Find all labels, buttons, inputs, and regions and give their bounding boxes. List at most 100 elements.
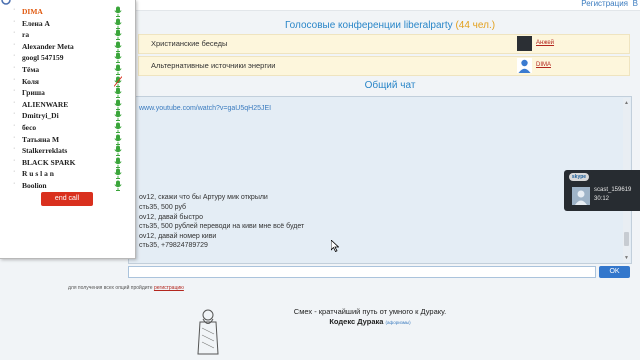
top-edge-link[interactable]: В: [633, 0, 638, 8]
microphone-icon[interactable]: [114, 87, 122, 99]
scroll-thumb[interactable]: [624, 232, 629, 246]
participant-name[interactable]: Stalkerreklats: [22, 146, 67, 155]
microphone-icon[interactable]: [114, 145, 122, 157]
microphone-icon[interactable]: [114, 180, 122, 191]
bullet-icon: ·: [13, 122, 16, 129]
microphone-icon[interactable]: [114, 6, 122, 17]
participant-name[interactable]: R u s l a n: [22, 169, 54, 178]
microphone-icon[interactable]: [114, 29, 122, 41]
participant-name[interactable]: ALIENWARE: [22, 100, 68, 109]
send-button[interactable]: OK: [599, 266, 630, 278]
bullet-icon: ·: [13, 40, 16, 48]
chat-message: ov12, скажи что бы Артуру мик открыли: [139, 194, 268, 201]
chat-message: ov12, давай номер киви: [139, 233, 217, 240]
quote-source: Кодекс Дурака: [329, 317, 384, 326]
mouse-cursor-icon: [331, 240, 339, 252]
skype-notification[interactable]: skype scast_159619 30:12: [564, 170, 640, 211]
chat-message: сть35, 500 рублей переводи на киви мне в…: [139, 223, 305, 230]
microphone-icon[interactable]: [114, 52, 122, 64]
participant-name[interactable]: googl 547159: [22, 53, 63, 62]
participant-name[interactable]: BLACK SPARK: [22, 158, 75, 167]
participant-name[interactable]: Boolion: [22, 181, 47, 190]
microphone-icon[interactable]: [114, 64, 122, 75]
chat-link[interactable]: www.youtube.com/watch?v=gaU5qH25JEI: [139, 105, 271, 112]
participant-row[interactable]: · Stalkerreklats: [0, 145, 135, 157]
conference-row[interactable]: Христианские беседы Анжей: [138, 34, 630, 54]
microphone-icon[interactable]: [114, 157, 122, 168]
participant-row[interactable]: · Елена А: [0, 18, 135, 29]
participant-row[interactable]: · Тёма: [0, 64, 135, 75]
bullet-icon: ·: [13, 75, 16, 83]
participant-name[interactable]: DIMA: [22, 7, 43, 16]
participant-name[interactable]: Елена А: [22, 19, 50, 28]
participant-row[interactable]: · Dmitryi_Di: [0, 110, 135, 122]
chat-log[interactable]: www.youtube.com/watch?v=gaU5qH25JEI ov12…: [128, 96, 632, 264]
conference-user-link[interactable]: DIMA: [536, 62, 551, 68]
conference-user-link[interactable]: Анжей: [536, 40, 554, 46]
participant-row[interactable]: · ALIENWARE: [0, 99, 135, 110]
chat-input[interactable]: [128, 266, 596, 278]
participant-name[interactable]: Тёма: [22, 65, 39, 74]
participant-row[interactable]: · Коля: [0, 76, 135, 87]
scroll-down-arrow-icon[interactable]: ▼: [624, 255, 629, 261]
participant-name[interactable]: Alexander Meta: [22, 42, 74, 51]
microphone-icon[interactable]: [114, 110, 122, 122]
participant-row[interactable]: · Татьяна М: [0, 134, 135, 145]
chat-message: сть35, +79824789729: [139, 242, 208, 249]
microphone-icon[interactable]: [114, 41, 122, 52]
bullet-icon: ·: [13, 29, 16, 37]
participant-row[interactable]: · Boolion: [0, 180, 135, 191]
call-duration: 30:12: [594, 196, 610, 202]
registration-link[interactable]: регистрацию: [154, 285, 184, 291]
participant-row[interactable]: · Гриша: [0, 87, 135, 99]
participant-row[interactable]: · ra: [0, 29, 135, 41]
microphone-icon[interactable]: [114, 122, 122, 133]
participant-count: (44 чел.): [455, 20, 496, 31]
chat-message: ov12, давай быстро: [139, 214, 203, 221]
participant-name[interactable]: Коля: [22, 77, 39, 86]
user-avatar-placeholder-icon: [517, 58, 532, 73]
participant-name[interactable]: Dmitryi_Di: [22, 111, 59, 120]
microphone-icon[interactable]: [114, 99, 122, 110]
bullet-icon: ·: [13, 133, 16, 141]
bullet-icon: ·: [13, 52, 16, 60]
participant-name[interactable]: бесо: [22, 123, 36, 132]
participants-panel: · DIMA · Елена А · ra · Alexander Meta · googl 54…: [0, 0, 136, 259]
conference-row[interactable]: Альтернативные источники энергии DIMA: [138, 56, 630, 76]
microphone-icon[interactable]: [114, 168, 122, 180]
conference-list: Христианские беседы Анжей Альтернативные…: [138, 34, 630, 78]
microphone-muted-icon[interactable]: [114, 75, 122, 87]
bullet-icon: ·: [13, 145, 16, 153]
contact-avatar: [572, 187, 590, 205]
participant-row[interactable]: · R u s l a n: [0, 168, 135, 180]
chat-message: сть35, 500 руб: [139, 204, 187, 211]
conferences-title-text: Голосовые конференции liberalparty: [284, 20, 453, 31]
participant-name[interactable]: ra: [22, 30, 29, 39]
end-call-button[interactable]: end call: [41, 192, 93, 206]
participant-row[interactable]: · DIMA: [0, 6, 135, 17]
register-link[interactable]: Регистрация: [581, 0, 628, 8]
participant-row[interactable]: · Alexander Meta: [0, 41, 135, 52]
bullet-icon: ·: [13, 6, 16, 13]
conference-name[interactable]: Альтернативные источники энергии: [151, 61, 275, 70]
participant-row[interactable]: · бесо: [0, 122, 135, 133]
registration-note: для получения всех опций пройдите регист…: [68, 285, 184, 291]
skype-logo-icon: skype: [569, 173, 589, 181]
conference-name[interactable]: Христианские беседы: [151, 39, 227, 48]
bullet-icon: ·: [13, 156, 16, 164]
participant-row[interactable]: · googl 547159: [0, 52, 135, 64]
aphorisms-link[interactable]: (афоризмы): [386, 320, 411, 325]
participant-name[interactable]: Татьяна М: [22, 135, 59, 144]
participant-name[interactable]: Гриша: [22, 88, 45, 97]
scroll-up-arrow-icon[interactable]: ▲: [624, 100, 629, 106]
bullet-icon: ·: [13, 98, 16, 106]
bullet-icon: ·: [13, 87, 16, 95]
microphone-icon[interactable]: [114, 18, 122, 29]
quote-block: Смех - кратчайший путь от умного к Дурак…: [230, 307, 510, 328]
registration-note-text: для получения всех опций пройдите: [68, 285, 153, 291]
participant-row[interactable]: · BLACK SPARK: [0, 157, 135, 168]
quote-text: Смех - кратчайший путь от умного к Дурак…: [293, 307, 447, 316]
contact-name: scast_159619: [594, 187, 632, 193]
microphone-icon[interactable]: [114, 134, 122, 145]
bullet-icon: ·: [13, 180, 16, 187]
